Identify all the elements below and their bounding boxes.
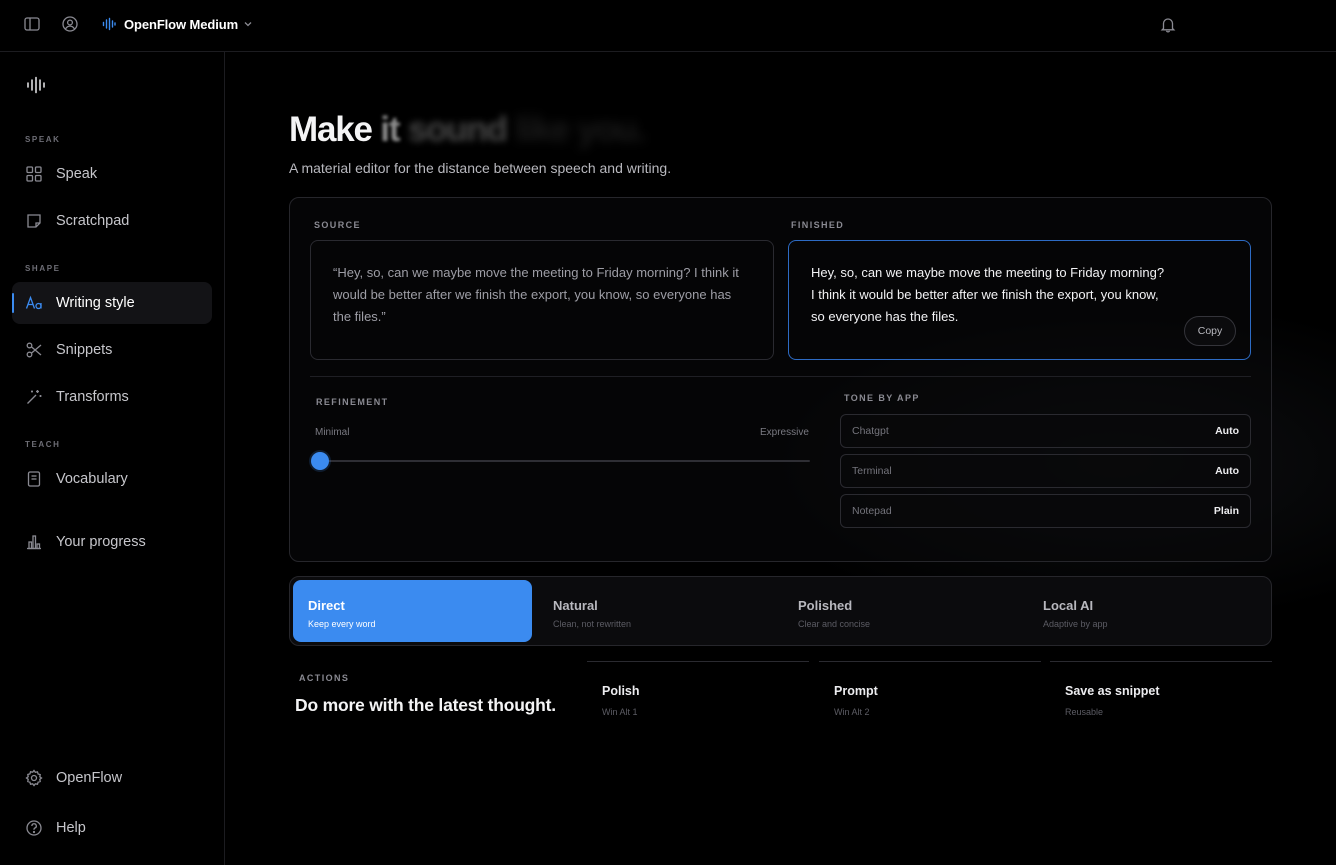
action-prompt[interactable]: Prompt Win Alt 2 [819,661,1041,721]
headline-word-faded: like you. [515,110,645,149]
mode-direct[interactable]: Direct Keep every word [293,580,532,642]
action-polish[interactable]: Polish Win Alt 1 [587,661,809,721]
copy-button[interactable]: Copy [1184,316,1236,346]
refinement-slider-track[interactable] [320,460,810,462]
sidebar-item-label: OpenFlow [56,770,123,786]
grid-icon [26,166,42,182]
sidebar-item-your-progress[interactable]: Your progress [12,521,212,563]
bar-chart-icon [27,535,41,550]
action-save-as-snippet[interactable]: Save as snippet Reusable [1050,661,1272,721]
help-icon [26,820,42,836]
waveform-icon [102,17,116,31]
tone-row-notepad[interactable]: Notepad Plain [840,494,1251,528]
refinement-max-label: Expressive [760,427,809,438]
headline-word: Make [289,110,373,149]
action-title: Polish [602,684,640,698]
sidebar-item-vocabulary[interactable]: Vocabulary [12,458,212,500]
sidebar-item-label: Scratchpad [56,213,130,229]
scissors-icon [26,342,42,358]
action-shortcut: Win Alt 2 [834,707,870,717]
finished-text: Hey, so, can we maybe move the meeting t… [811,265,1165,324]
sidebar: SPEAK Speak Scratchpad SHAPE Writing sty… [0,52,225,865]
headline-word-faded: it [380,110,400,149]
tone-app-name: Notepad [852,505,892,517]
headline-word-faded: sound [407,110,508,149]
finished-label: FINISHED [791,220,845,230]
sidebar-item-speak[interactable]: Speak [12,153,212,195]
sidebar-item-label: Transforms [56,389,129,405]
page-subtitle: A material editor for the distance betwe… [289,160,672,176]
mode-title: Local AI [1043,598,1094,613]
sidebar-item-label: Vocabulary [56,471,128,487]
sidebar-item-scratchpad[interactable]: Scratchpad [12,200,212,242]
mode-title: Natural [553,598,598,613]
action-subtitle: Reusable [1065,707,1104,717]
section-label-speak: SPEAK [25,135,61,144]
page-title: Make it sound like you. [289,110,646,150]
section-label-shape: SHAPE [25,264,61,273]
sidebar-item-label: Writing style [56,295,135,311]
magic-wand-icon [27,390,42,404]
sidebar-item-label: Snippets [56,342,113,358]
refinement-label: REFINEMENT [316,397,389,407]
section-label-teach: TEACH [25,440,61,449]
mode-desc: Clean, not rewritten [553,619,632,629]
tone-app-name: Chatgpt [852,425,889,437]
sidebar-item-writing-style[interactable]: Writing style [12,282,212,324]
editor-panel: SOURCE FINISHED “Hey, so, can we maybe m… [289,197,1272,562]
app-window: OpenFlow Medium SPEAK Speak Scratchpad S… [0,0,1336,865]
action-title: Prompt [834,684,878,698]
main-content: Make it sound like you. A material edito… [225,52,1336,865]
tone-app-name: Terminal [852,465,892,477]
source-text[interactable]: “Hey, so, can we maybe move the meeting … [310,240,774,360]
mode-title: Polished [798,598,853,613]
tone-value[interactable]: Plain [1214,505,1239,517]
mode-desc: Adaptive by app [1043,619,1108,629]
book-icon [27,471,41,487]
sidebar-item-label: Your progress [56,534,146,550]
mode-desc: Keep every word [308,619,376,629]
action-title: Save as snippet [1065,684,1160,698]
tone-value[interactable]: Auto [1215,465,1239,477]
tone-value[interactable]: Auto [1215,425,1239,437]
mode-natural[interactable]: Natural Clean, not rewritten [538,580,777,642]
mode-desc: Clear and concise [798,619,871,629]
account-icon[interactable] [61,15,79,33]
sidebar-item-openflow-settings[interactable]: OpenFlow [12,757,212,799]
mode-title: Direct [308,598,345,613]
finished-text-box[interactable]: Hey, so, can we maybe move the meeting t… [788,240,1251,360]
tone-row-chatgpt[interactable]: Chatgpt Auto [840,414,1251,448]
chevron-down-icon[interactable] [243,19,253,29]
sidebar-toggle-icon[interactable] [23,15,41,33]
bell-icon[interactable] [1160,16,1176,33]
openflow-logo-icon [27,76,45,94]
divider [310,376,1251,377]
sidebar-item-label: Help [56,820,86,836]
text-style-icon [25,295,42,310]
model-selector[interactable]: OpenFlow Medium [124,17,238,32]
gear-icon [25,769,43,787]
refinement-min-label: Minimal [315,427,350,438]
mode-polished[interactable]: Polished Clear and concise [783,580,1022,642]
tone-row-terminal[interactable]: Terminal Auto [840,454,1251,488]
source-label: SOURCE [314,220,361,230]
mode-local-ai[interactable]: Local AI Adaptive by app [1028,580,1267,642]
sidebar-item-transforms[interactable]: Transforms [12,376,212,418]
note-icon [27,214,41,228]
tone-by-app-label: TONE BY APP [844,393,920,403]
sidebar-item-snippets[interactable]: Snippets [12,329,212,371]
top-bar: OpenFlow Medium [0,0,1336,52]
sidebar-item-help[interactable]: Help [12,807,212,849]
sidebar-item-label: Speak [56,166,98,182]
actions-label: ACTIONS [299,673,350,683]
actions-title: Do more with the latest thought. [295,695,556,715]
action-shortcut: Win Alt 1 [602,707,638,717]
style-mode-selector: Direct Keep every word Natural Clean, no… [289,576,1272,646]
refinement-slider-thumb[interactable] [311,452,329,470]
